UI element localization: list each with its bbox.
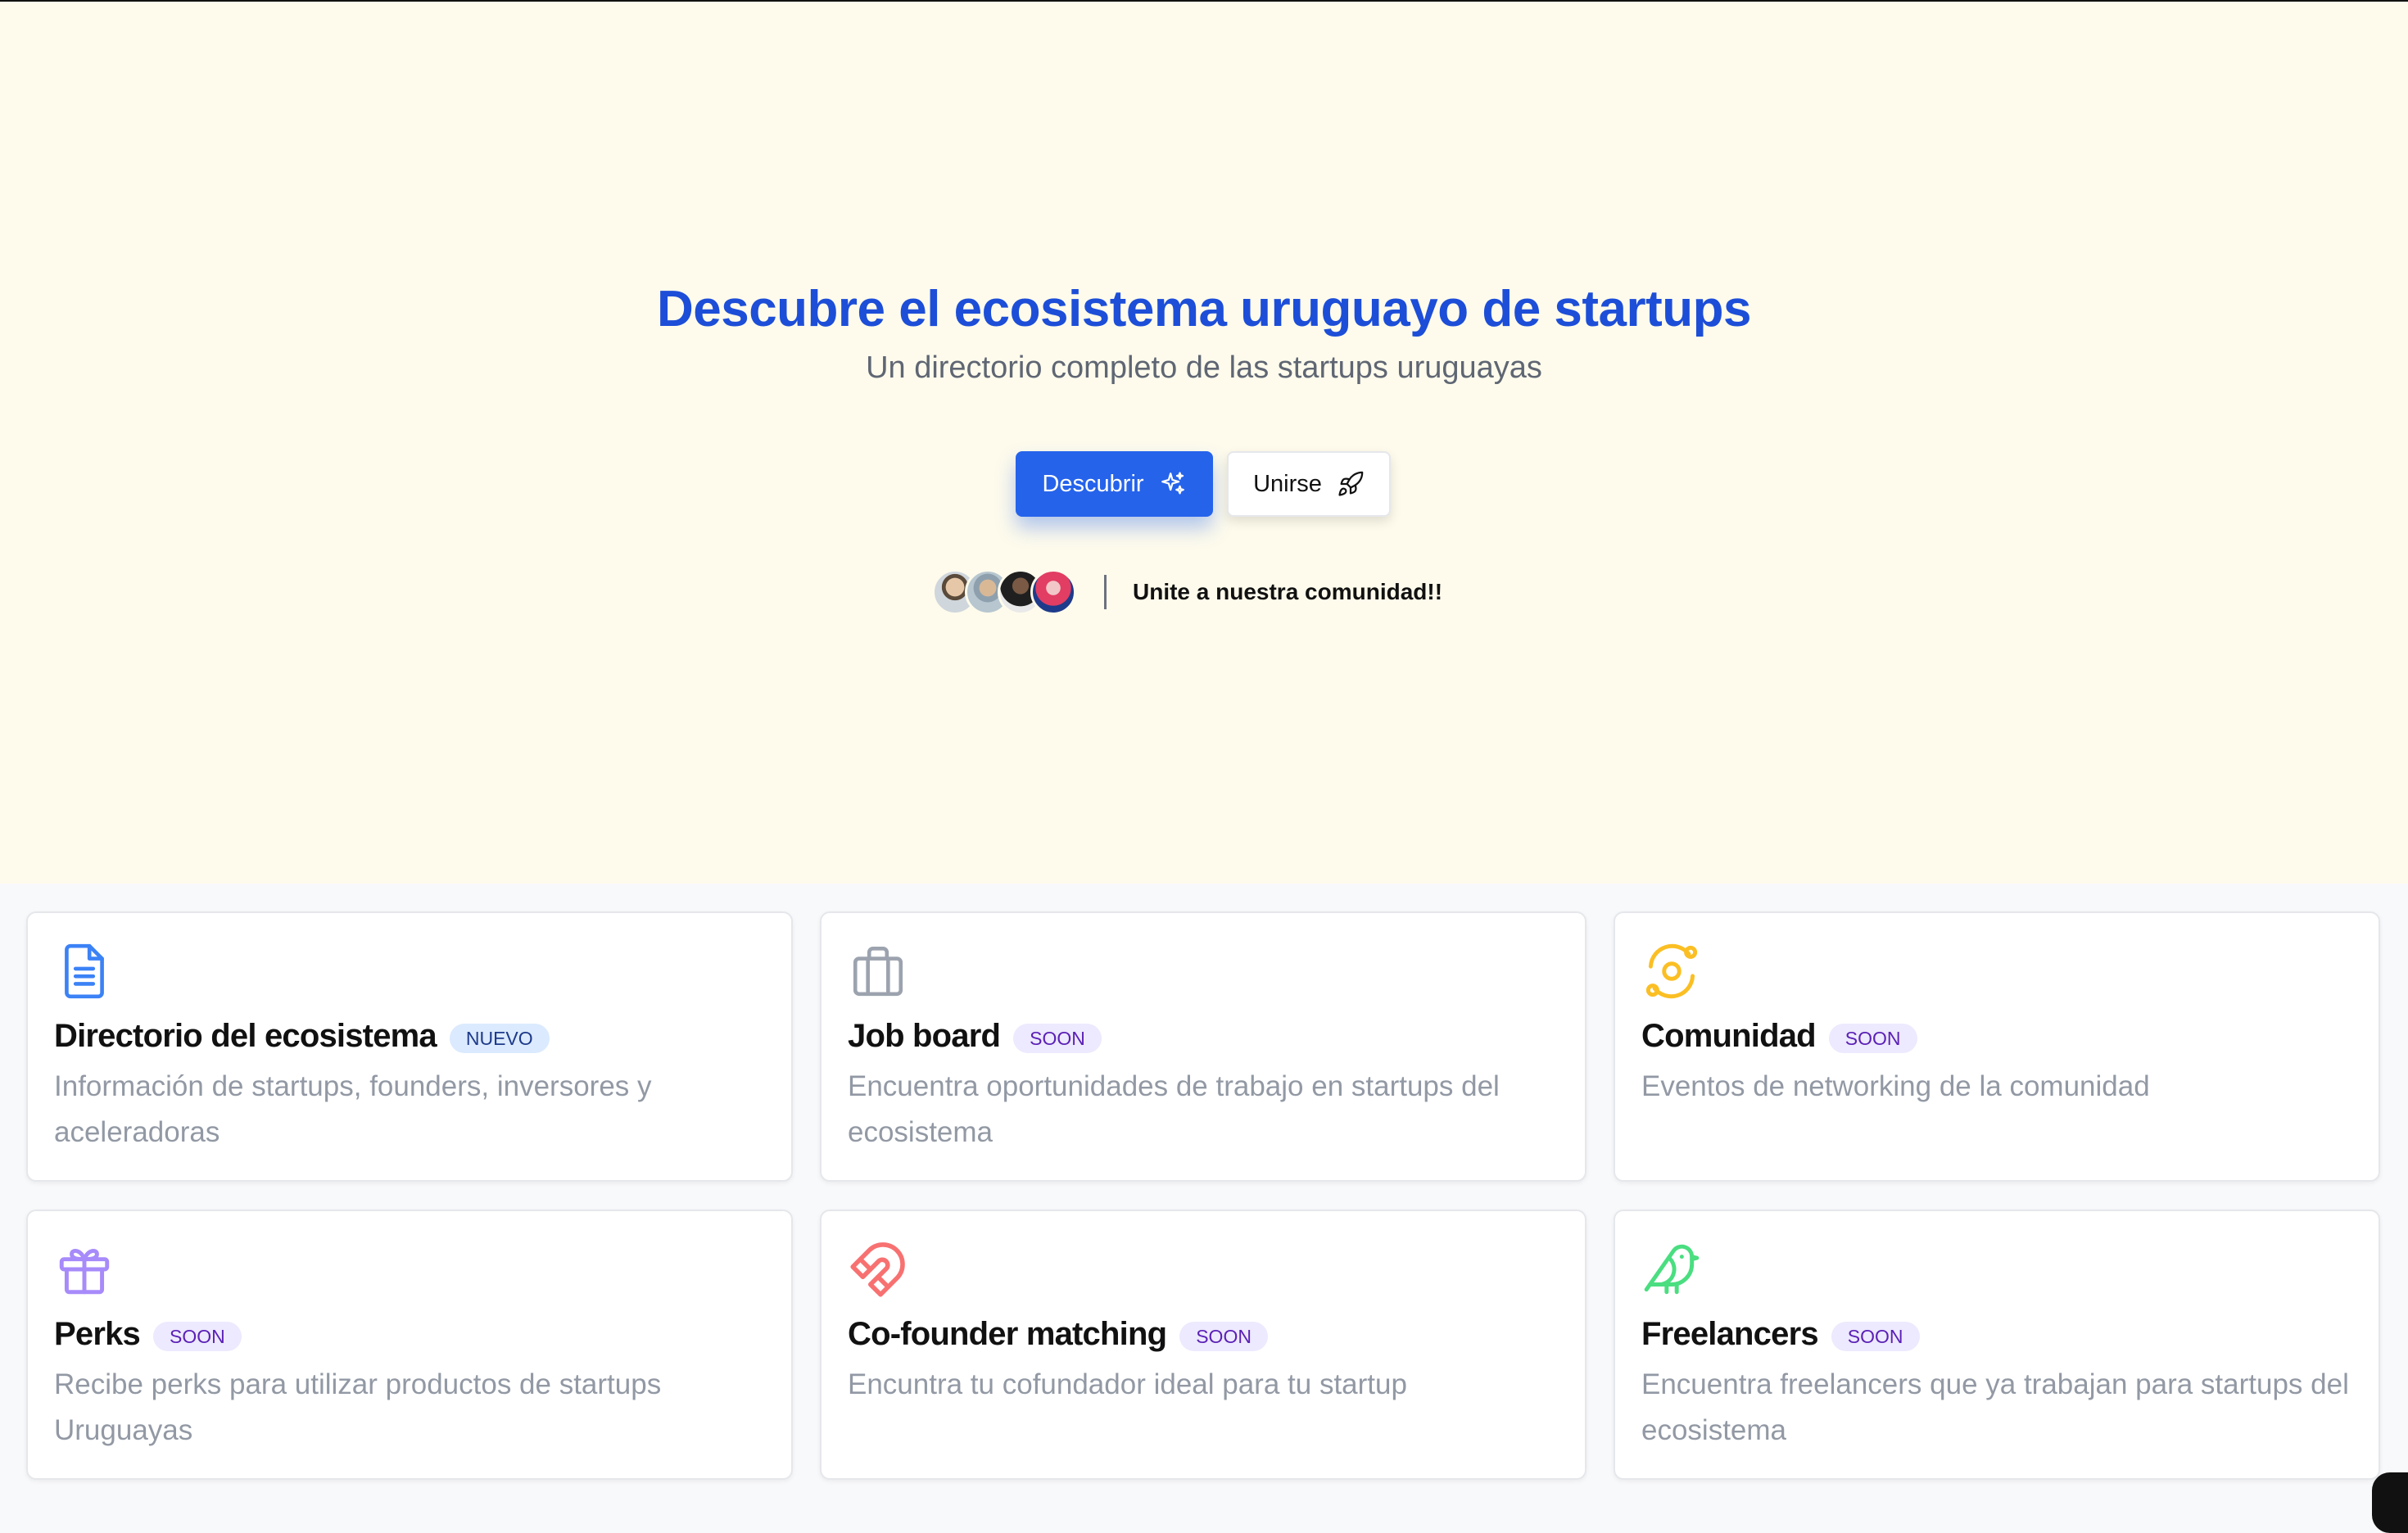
status-badge: SOON <box>1013 1024 1102 1053</box>
avatar <box>1030 569 1076 615</box>
card-header: Perks SOON <box>54 1313 765 1355</box>
avatar-group <box>932 569 1076 615</box>
card-header: Co-founder matching SOON <box>848 1313 1559 1355</box>
community-row[interactable]: Unite a nuestra comunidad!! <box>932 567 1442 617</box>
gift-icon <box>59 1249 110 1295</box>
feature-card-cofounder[interactable]: Co-founder matching SOON Encuntra tu cof… <box>820 1210 1586 1480</box>
page-subtitle: Un directorio completo de las startups u… <box>866 350 1542 385</box>
card-header: Directorio del ecosistema NUEVO <box>54 1015 765 1057</box>
divider <box>1104 575 1107 609</box>
discover-button-label: Descubrir <box>1042 470 1144 497</box>
orbit-icon <box>1645 943 1698 999</box>
community-link[interactable]: Unite a nuestra comunidad!! <box>1133 579 1442 605</box>
card-description: Encuentra freelancers que ya trabajan pa… <box>1641 1368 2349 1446</box>
card-title: Job board <box>848 1017 1001 1054</box>
discover-button[interactable]: Descubrir <box>1016 451 1213 517</box>
join-button-label: Unirse <box>1253 470 1322 497</box>
status-badge: NUEVO <box>449 1024 550 1053</box>
card-description: Información de startups, founders, inver… <box>54 1070 652 1148</box>
feature-card-perks[interactable]: Perks SOON Recibe perks para utilizar pr… <box>26 1210 793 1480</box>
card-title: Perks <box>54 1315 141 1352</box>
status-badge: SOON <box>1831 1322 1920 1351</box>
magnet-icon <box>850 1242 905 1297</box>
rocket-icon <box>1338 471 1364 496</box>
hero-section: Descubre el ecosistema uruguayo de start… <box>0 2 2408 884</box>
card-title: Freelancers <box>1641 1315 1819 1352</box>
card-header: Job board SOON <box>848 1015 1559 1057</box>
feature-card-directory[interactable]: Directorio del ecosistema NUEVO Informac… <box>26 911 793 1182</box>
card-header: Comunidad SOON <box>1641 1015 2352 1057</box>
features-grid: Directorio del ecosistema NUEVO Informac… <box>26 911 2382 1480</box>
join-button[interactable]: Unirse <box>1227 451 1391 517</box>
status-badge: SOON <box>1828 1024 1917 1053</box>
status-badge: SOON <box>153 1322 242 1351</box>
chat-widget-button[interactable] <box>2372 1472 2408 1533</box>
card-title: Co-founder matching <box>848 1315 1167 1352</box>
sparkles-icon <box>1161 472 1184 495</box>
card-description: Recibe perks para utilizar productos de … <box>54 1368 662 1446</box>
status-badge: SOON <box>1179 1322 1268 1351</box>
briefcase-icon <box>853 946 903 997</box>
page-title: Descubre el ecosistema uruguayo de start… <box>656 281 1752 337</box>
card-title: Directorio del ecosistema <box>54 1017 437 1054</box>
feature-card-community[interactable]: Comunidad SOON Eventos de networking de … <box>1614 911 2380 1182</box>
card-description: Eventos de networking de la comunidad <box>1641 1070 2150 1102</box>
card-description: Encuntra tu cofundador ideal para tu sta… <box>848 1368 1407 1400</box>
card-title: Comunidad <box>1641 1017 1817 1054</box>
card-description: Encuentra oportunidades de trabajo en st… <box>848 1070 1500 1148</box>
bird-icon <box>1644 1244 1700 1295</box>
document-icon <box>65 943 104 999</box>
card-header: Freelancers SOON <box>1641 1313 2352 1355</box>
feature-card-job-board[interactable]: Job board SOON Encuentra oportunidades d… <box>820 911 1586 1182</box>
feature-card-freelancers[interactable]: Freelancers SOON Encuentra freelancers q… <box>1614 1210 2380 1480</box>
